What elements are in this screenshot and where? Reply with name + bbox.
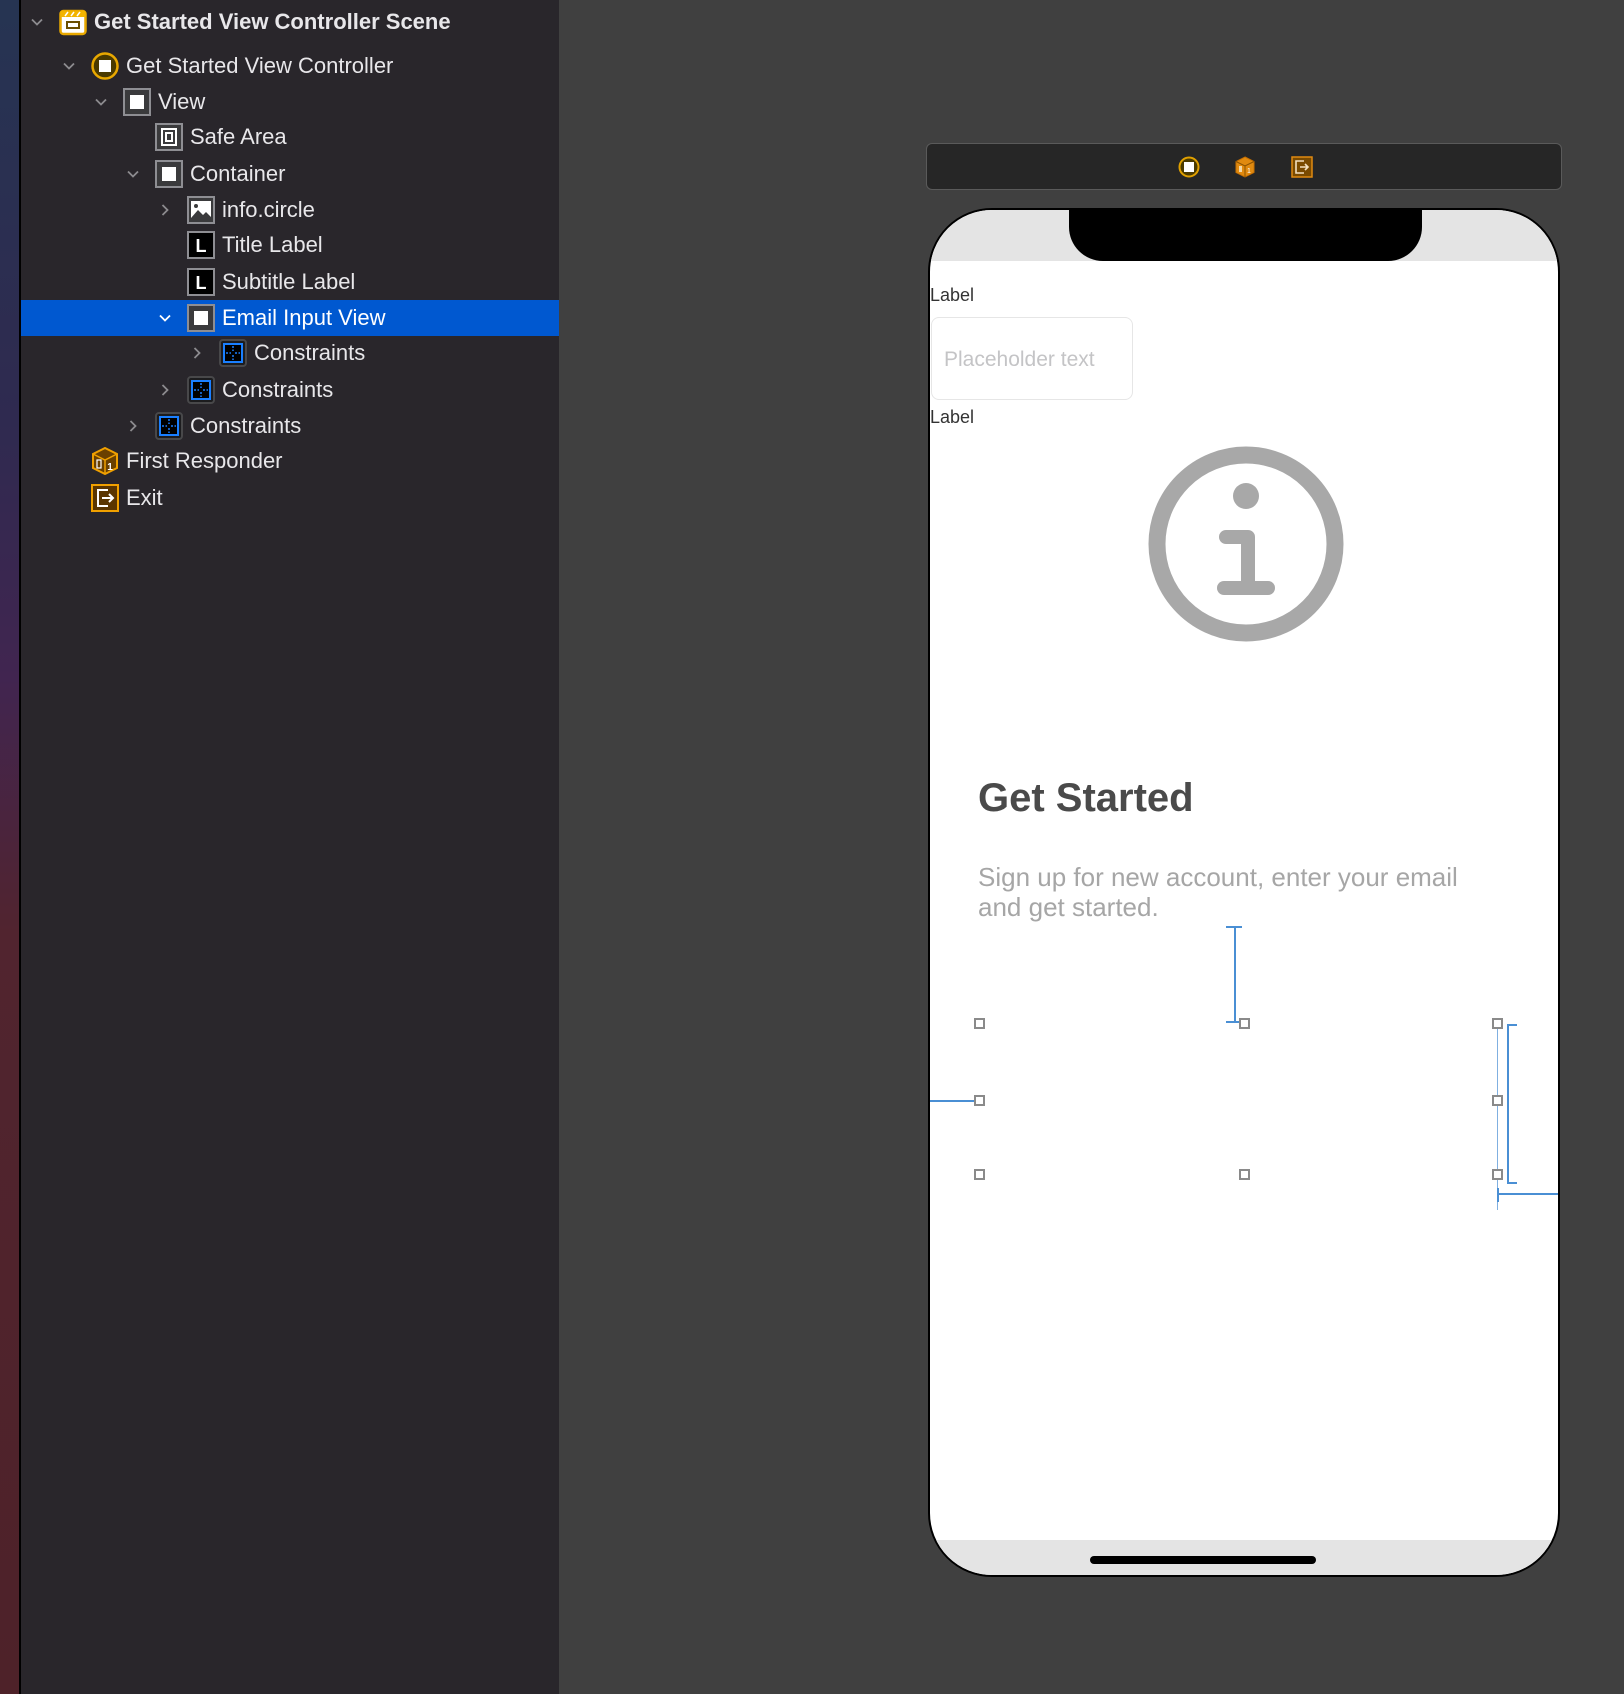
outline-item-label: View — [158, 89, 206, 114]
outline-item-title-label[interactable]: L Title Label — [21, 227, 559, 263]
outline-item-label: Email Input View — [222, 305, 386, 330]
first-responder-icon[interactable]: 1 — [1234, 156, 1256, 178]
resize-handle-right[interactable] — [1492, 1095, 1503, 1106]
height-constraint-line[interactable] — [1507, 1024, 1509, 1184]
trailing-constraint-line[interactable] — [1498, 1193, 1558, 1195]
outline-item-get-started-view-controller[interactable]: Get Started View Controller — [21, 48, 559, 84]
svg-text:1: 1 — [1247, 168, 1251, 175]
resize-handle-bottom-right[interactable] — [1492, 1169, 1503, 1180]
constraints-icon — [155, 412, 183, 440]
email-text-field[interactable] — [931, 317, 1133, 401]
label-icon: L — [187, 268, 215, 296]
outline-item-label: Constraints — [190, 413, 302, 438]
outline-item-info-circle[interactable]: info.circle — [21, 192, 559, 228]
outline-item-label: Container — [190, 161, 286, 186]
home-indicator-area — [930, 1540, 1558, 1575]
chevron-right-icon[interactable] — [187, 335, 207, 371]
top-constraint-line[interactable] — [1234, 926, 1236, 1022]
outline-item-first-responder[interactable]: 1 First Responder — [21, 443, 559, 479]
chevron-down-icon[interactable] — [59, 48, 79, 84]
view-icon — [123, 88, 151, 116]
resize-handle-left[interactable] — [974, 1095, 985, 1106]
constraint-cap — [1226, 926, 1242, 928]
chevron-right-icon[interactable] — [155, 372, 175, 408]
outline-item-label: Subtitle Label — [222, 269, 356, 294]
svg-text:1: 1 — [107, 462, 113, 473]
constraint-cap — [1507, 1024, 1517, 1026]
outline-item-label: Constraints — [254, 340, 366, 365]
outline-item-email-input-view[interactable]: Email Input View — [21, 300, 559, 336]
trailing-edge-line — [1497, 1024, 1498, 1210]
home-indicator — [1090, 1556, 1316, 1564]
outline-item-container[interactable]: Container — [21, 156, 559, 192]
exit-icon — [91, 484, 119, 512]
first-responder-icon: 1 — [91, 446, 119, 476]
view-controller-icon[interactable] — [1178, 156, 1200, 178]
view-icon — [187, 304, 215, 332]
constraints-icon — [219, 339, 247, 367]
bottom-label[interactable]: Label — [930, 407, 974, 428]
resize-handle-top-right[interactable] — [1492, 1018, 1503, 1029]
outline-item-label: Exit — [126, 485, 163, 510]
desktop-wallpaper-strip — [0, 0, 19, 1694]
iphone-canvas: Label Label Get Started Sign up for new … — [928, 208, 1560, 1577]
outline-item-view[interactable]: View — [21, 84, 559, 120]
chevron-right-icon[interactable] — [123, 408, 143, 444]
chevron-down-icon[interactable] — [123, 156, 143, 192]
scene-dock: 1 — [926, 143, 1562, 190]
info-circle-icon[interactable] — [1148, 446, 1344, 642]
resize-handle-bottom[interactable] — [1239, 1169, 1250, 1180]
leading-constraint-line[interactable] — [930, 1100, 974, 1102]
outline-item-constraints[interactable]: Constraints — [21, 372, 559, 408]
outline-item-label: Constraints — [222, 377, 334, 402]
outline-item-label: info.circle — [222, 197, 315, 222]
outline-item-label: Get Started View Controller — [126, 53, 394, 78]
outline-item-constraints[interactable]: Constraints — [21, 335, 559, 371]
exit-icon[interactable] — [1291, 156, 1313, 178]
resize-handle-top[interactable] — [1239, 1018, 1250, 1029]
resize-handle-top-left[interactable] — [974, 1018, 985, 1029]
outline-item-label: Get Started View Controller Scene — [94, 9, 451, 34]
outline-item-get-started-view-controller-scene[interactable]: Get Started View Controller Scene — [21, 4, 559, 40]
document-outline: Get Started View Controller Scene Get Sta… — [21, 0, 559, 1694]
subtitle-label[interactable]: Sign up for new account, enter your emai… — [978, 862, 1498, 922]
outline-item-constraints[interactable]: Constraints — [21, 408, 559, 444]
outline-item-exit[interactable]: Exit — [21, 480, 559, 516]
chevron-right-icon[interactable] — [155, 192, 175, 228]
label-icon: L — [187, 231, 215, 259]
scene-icon — [59, 8, 87, 36]
outline-item-label: Title Label — [222, 232, 323, 257]
outline-item-label: Safe Area — [190, 124, 287, 149]
view-controller-icon — [91, 52, 119, 80]
constraint-cap — [1497, 1188, 1499, 1202]
safe-area-icon — [155, 123, 183, 151]
email-input[interactable] — [942, 318, 1126, 401]
top-label[interactable]: Label — [930, 285, 974, 306]
outline-item-safe-area[interactable]: Safe Area — [21, 119, 559, 155]
resize-handle-bottom-left[interactable] — [974, 1169, 985, 1180]
svg-text:L: L — [196, 236, 207, 256]
chevron-down-icon[interactable] — [91, 84, 111, 120]
chevron-down-icon[interactable] — [155, 300, 175, 336]
status-bar — [930, 210, 1558, 261]
chevron-down-icon[interactable] — [27, 4, 47, 40]
svg-text:L: L — [196, 273, 207, 293]
outline-item-subtitle-label[interactable]: L Subtitle Label — [21, 264, 559, 300]
title-label[interactable]: Get Started — [978, 776, 1194, 821]
image-view-icon — [187, 196, 215, 224]
constraint-cap — [1507, 1182, 1517, 1184]
constraints-icon — [187, 376, 215, 404]
outline-item-label: First Responder — [126, 448, 283, 473]
device-notch — [1069, 210, 1422, 261]
view-icon — [155, 160, 183, 188]
